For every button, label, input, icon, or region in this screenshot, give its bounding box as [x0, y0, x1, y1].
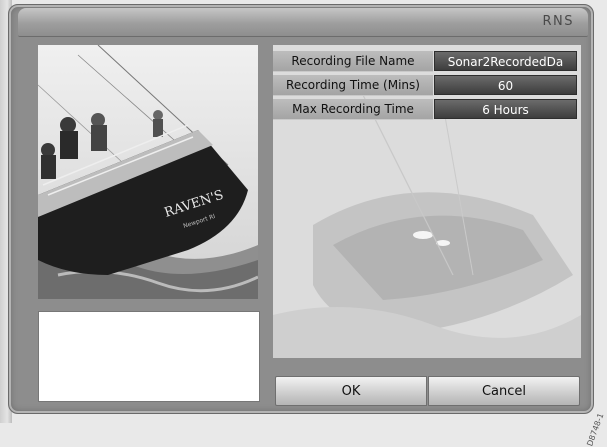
reference-code: D8748-1 [584, 411, 605, 447]
recording-time-label: Recording Time (Mins) [273, 75, 433, 96]
sailboat-photo: RAVEN'S Newport RI [38, 45, 258, 299]
recording-file-name-field[interactable]: Sonar2RecordedDa [434, 51, 577, 71]
title-bar: RNS [18, 8, 588, 37]
cancel-button[interactable]: Cancel [428, 376, 580, 406]
app-title: RNS [542, 14, 574, 29]
recording-time-field[interactable]: 60 [434, 75, 577, 95]
setting-row-file-name: Recording File Name Sonar2RecordedDa [273, 51, 578, 72]
max-recording-time-field[interactable]: 6 Hours [434, 99, 577, 119]
max-recording-time-label: Max Recording Time [273, 99, 433, 120]
ok-button[interactable]: OK [275, 376, 427, 406]
recording-file-name-label: Recording File Name [273, 51, 433, 72]
settings-panel: Recording File Name Sonar2RecordedDa Rec… [273, 45, 581, 358]
setting-row-max-time: Max Recording Time 6 Hours [273, 99, 578, 120]
setting-row-recording-time: Recording Time (Mins) 60 [273, 75, 578, 96]
info-text-box [38, 311, 260, 402]
